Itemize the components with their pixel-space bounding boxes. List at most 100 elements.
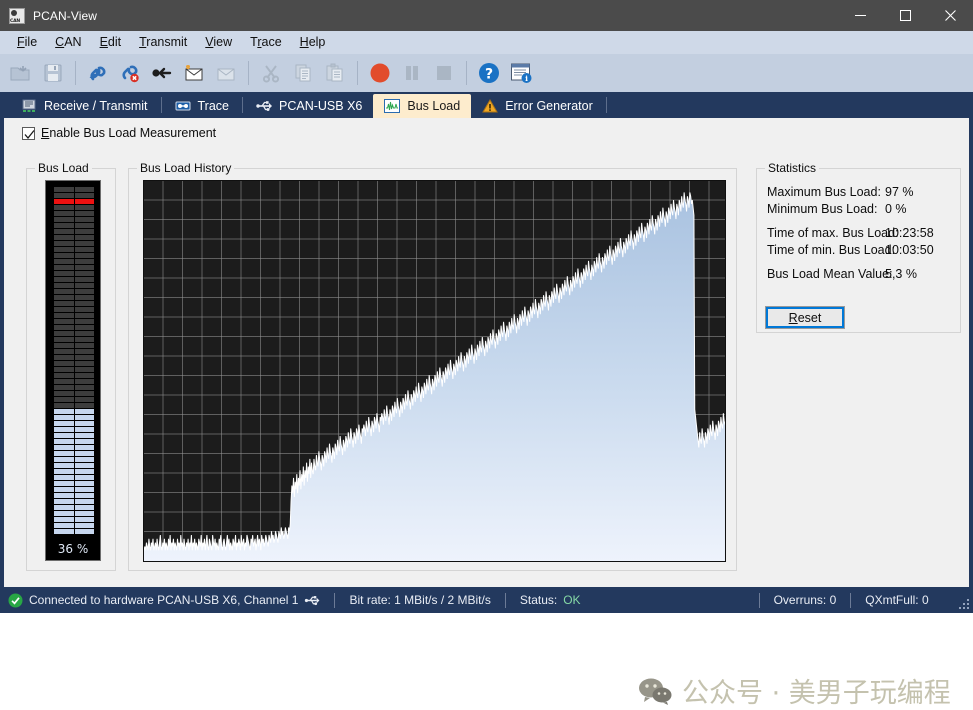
gauge-segment bbox=[54, 349, 94, 354]
menu-bar: File CAN Edit Transmit View Trace Help bbox=[0, 31, 973, 54]
toolbar: ? i bbox=[0, 54, 973, 92]
mean-value-value: 5,3 % bbox=[885, 267, 917, 281]
gauge-segment bbox=[54, 211, 94, 216]
chart-waveform bbox=[144, 181, 725, 562]
gauge-segment bbox=[54, 391, 94, 396]
gauge-segment bbox=[54, 505, 94, 510]
gauge-segment bbox=[54, 265, 94, 270]
min-bus-load-value: 0 % bbox=[885, 202, 907, 216]
about-info-icon[interactable]: i bbox=[506, 58, 536, 88]
gauge-segment bbox=[54, 319, 94, 324]
bus-status: Status: OK bbox=[520, 593, 581, 607]
gauge-segment bbox=[54, 277, 94, 282]
bus-load-group: Bus Load 36 % bbox=[26, 168, 116, 571]
gauge-segment bbox=[54, 481, 94, 486]
status-separator bbox=[334, 593, 335, 608]
save-floppy-icon[interactable] bbox=[38, 58, 68, 88]
gauge-segment bbox=[54, 427, 94, 432]
menu-transmit[interactable]: Transmit bbox=[130, 32, 196, 52]
gauge-segment bbox=[54, 367, 94, 372]
gauge-segment bbox=[54, 337, 94, 342]
status-separator bbox=[759, 593, 760, 608]
receive-message-icon[interactable] bbox=[147, 58, 177, 88]
connect-link-icon[interactable] bbox=[83, 58, 113, 88]
tab-separator bbox=[161, 97, 162, 113]
enable-bus-load-row[interactable]: Enable Bus Load Measurement bbox=[4, 118, 969, 140]
gauge-segment bbox=[54, 361, 94, 366]
gauge-segment bbox=[54, 289, 94, 294]
gauge-segment bbox=[54, 271, 94, 276]
tab-trace[interactable]: Trace bbox=[164, 94, 241, 118]
gauge-segment bbox=[54, 259, 94, 264]
window-title: PCAN-View bbox=[33, 9, 97, 23]
gauge-segment bbox=[54, 247, 94, 252]
menu-trace[interactable]: Trace bbox=[241, 32, 291, 52]
tab-separator bbox=[242, 97, 243, 113]
gauge-segment bbox=[54, 421, 94, 426]
disconnect-link-icon[interactable] bbox=[115, 58, 145, 88]
gauge-segment bbox=[54, 529, 94, 534]
status-value: OK bbox=[563, 593, 580, 607]
copy-icon[interactable] bbox=[288, 58, 318, 88]
time-of-max-label: Time of max. Bus Load: bbox=[767, 226, 899, 240]
gauge-segment bbox=[54, 469, 94, 474]
menu-view[interactable]: View bbox=[196, 32, 241, 52]
svg-text:?: ? bbox=[485, 67, 493, 83]
wechat-watermark: 公众号 · 美男子玩编程 bbox=[638, 671, 951, 710]
min-bus-load-label: Minimum Bus Load: bbox=[767, 202, 877, 216]
tab-pcan-usb-x6[interactable]: PCAN-USB X6 bbox=[245, 94, 373, 118]
tab-bus-load[interactable]: Bus Load bbox=[373, 94, 471, 118]
bus-load-gauge-value: 36 % bbox=[46, 542, 100, 556]
tab-receive-transmit[interactable]: Receive / Transmit bbox=[10, 94, 159, 118]
stop-icon[interactable] bbox=[429, 58, 459, 88]
gauge-segment bbox=[54, 283, 94, 288]
record-icon[interactable] bbox=[365, 58, 395, 88]
open-folder-icon[interactable] bbox=[6, 58, 36, 88]
pause-icon[interactable] bbox=[397, 58, 427, 88]
paste-icon[interactable] bbox=[320, 58, 350, 88]
help-icon[interactable]: ? bbox=[474, 58, 504, 88]
tab-label: Receive / Transmit bbox=[44, 99, 148, 113]
max-bus-load-label: Maximum Bus Load: bbox=[767, 185, 881, 199]
close-button[interactable] bbox=[928, 0, 973, 31]
gauge-segment bbox=[54, 409, 94, 414]
gauge-segment bbox=[54, 475, 94, 480]
gauge-segment bbox=[54, 241, 94, 246]
bus-load-history-chart[interactable] bbox=[143, 180, 726, 562]
menu-help[interactable]: Help bbox=[291, 32, 335, 52]
gauge-segment bbox=[54, 451, 94, 456]
gauge-segment bbox=[54, 331, 94, 336]
tab-error-generator[interactable]: Error Generator bbox=[471, 94, 604, 118]
client-area: Enable Bus Load Measurement Bus Load 36 … bbox=[0, 118, 973, 587]
statistics-group-title: Statistics bbox=[765, 161, 819, 175]
bus-load-gauge: 36 % bbox=[45, 180, 101, 561]
gauge-segment bbox=[54, 355, 94, 360]
mean-value-label: Bus Load Mean Value: bbox=[767, 267, 893, 281]
time-of-max-value: 10:23:58 bbox=[885, 226, 934, 240]
edit-message-icon[interactable] bbox=[211, 58, 241, 88]
reset-button[interactable]: Reset bbox=[765, 306, 845, 329]
tab-label: PCAN-USB X6 bbox=[279, 99, 362, 113]
menu-can[interactable]: CAN bbox=[46, 32, 90, 52]
gauge-segment bbox=[54, 223, 94, 228]
status-bar: Connected to hardware PCAN-USB X6, Chann… bbox=[0, 587, 973, 613]
gauge-segment bbox=[54, 487, 94, 492]
status-separator bbox=[850, 593, 851, 608]
maximize-button[interactable] bbox=[883, 0, 928, 31]
resize-grip-icon[interactable] bbox=[958, 598, 970, 610]
wechat-icon bbox=[638, 677, 672, 705]
bus-load-history-group: Bus Load History bbox=[128, 168, 737, 571]
gauge-segment bbox=[54, 199, 94, 204]
bus-load-group-title: Bus Load bbox=[35, 161, 92, 175]
new-message-icon[interactable] bbox=[179, 58, 209, 88]
gauge-segment bbox=[54, 379, 94, 384]
cut-icon[interactable] bbox=[256, 58, 286, 88]
overruns-text: Overruns: 0 bbox=[774, 593, 837, 607]
title-bar: PCAN-View bbox=[0, 0, 973, 31]
qxmtfull-text: QXmtFull: 0 bbox=[865, 593, 928, 607]
menu-edit[interactable]: Edit bbox=[91, 32, 131, 52]
minimize-button[interactable] bbox=[838, 0, 883, 31]
gauge-segment bbox=[54, 187, 94, 192]
enable-bus-load-checkbox[interactable] bbox=[22, 127, 35, 140]
menu-file[interactable]: File bbox=[8, 32, 46, 52]
